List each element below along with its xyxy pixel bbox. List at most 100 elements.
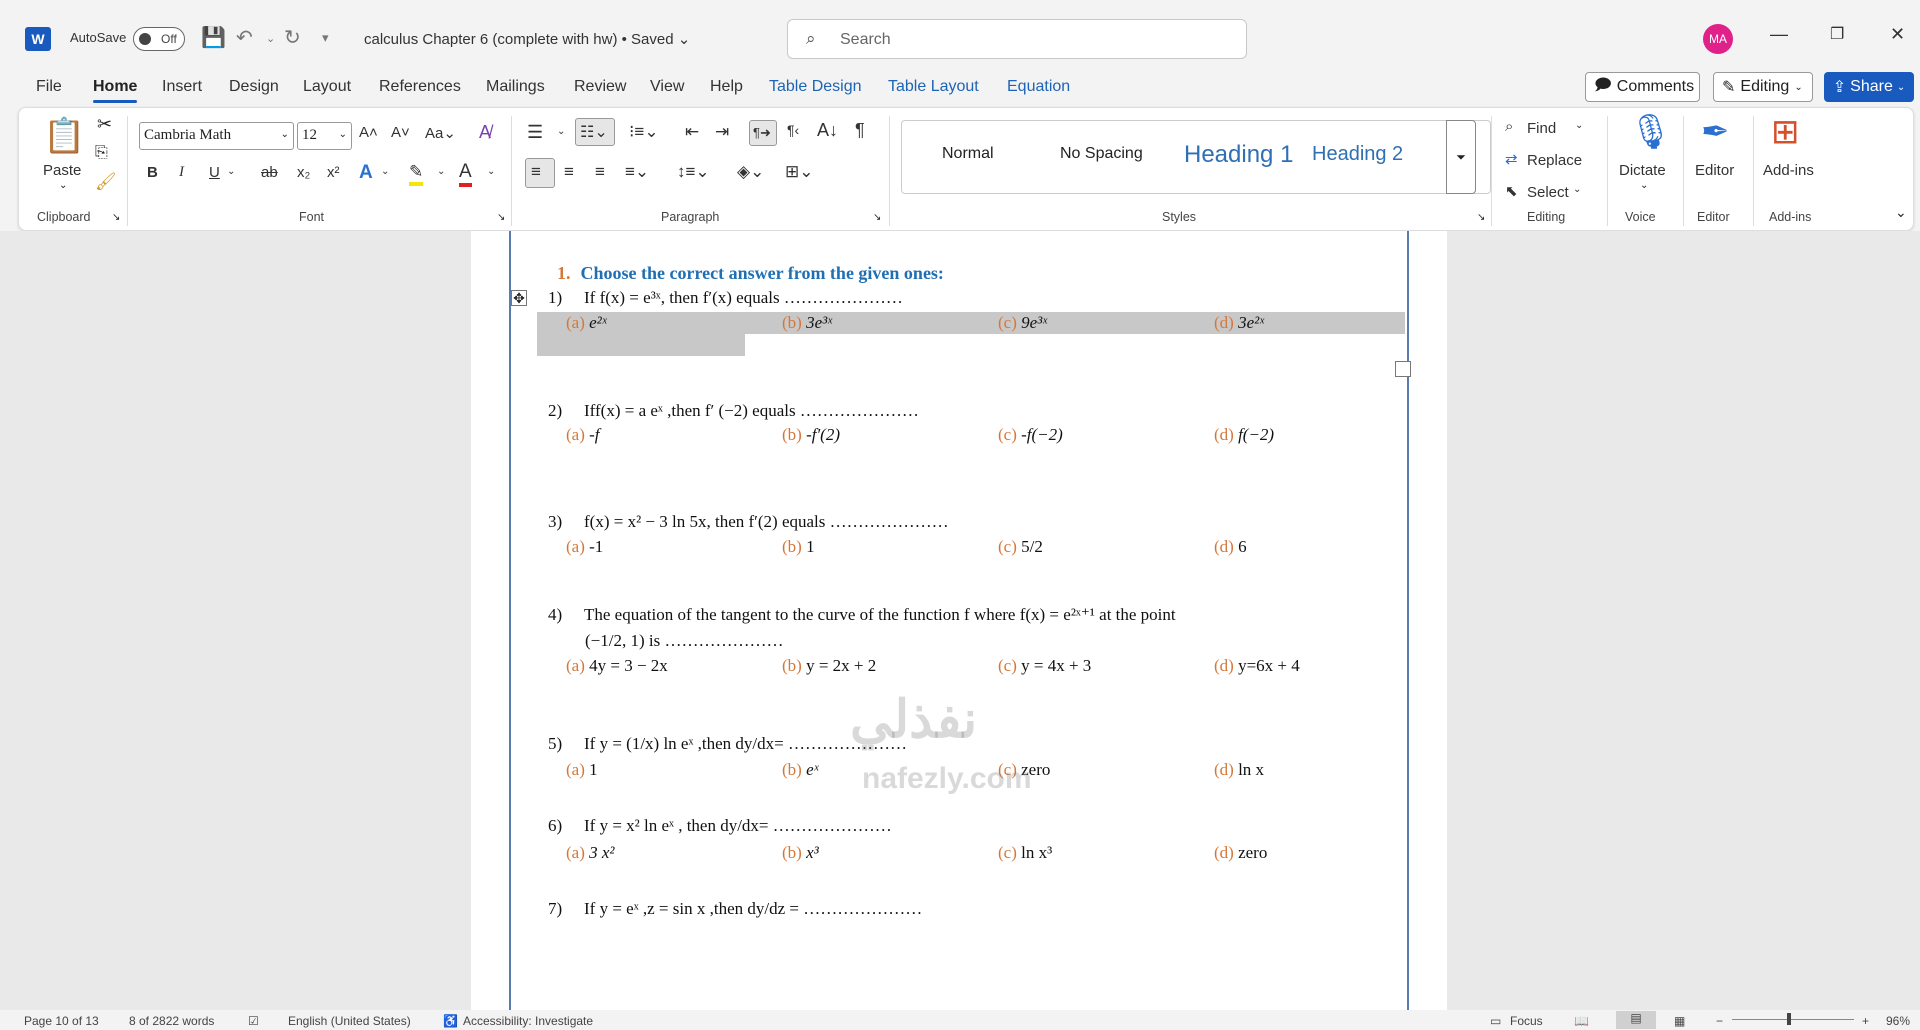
- clear-formatting-icon[interactable]: A̸: [479, 122, 491, 143]
- zoom-out-icon[interactable]: −: [1716, 1014, 1723, 1028]
- option-b[interactable]: (b) x³: [782, 843, 819, 863]
- comments-button[interactable]: 🗩 Comments: [1585, 72, 1700, 102]
- autosave-toggle[interactable]: Off: [133, 27, 185, 51]
- highlight-dropdown-icon[interactable]: ⌄: [437, 166, 445, 177]
- cut-icon[interactable]: ✂: [97, 114, 112, 135]
- styles-more-icon[interactable]: ⏷: [1446, 120, 1476, 194]
- line-spacing-icon[interactable]: ↕≡⌄: [677, 162, 710, 182]
- font-color-dropdown-icon[interactable]: ⌄: [487, 166, 495, 177]
- option-d[interactable]: (d) zero: [1214, 843, 1267, 863]
- collapse-ribbon-icon[interactable]: ⌄: [1895, 204, 1907, 221]
- zoom-slider-thumb[interactable]: [1787, 1013, 1791, 1025]
- increase-indent-icon[interactable]: ⇥: [715, 122, 729, 142]
- option-d[interactable]: (d) ln x: [1214, 760, 1264, 780]
- numbering-icon[interactable]: ☷⌄: [575, 118, 615, 146]
- select-icon[interactable]: ⬉: [1505, 182, 1518, 200]
- option-a[interactable]: (a) 4y = 3 − 2x: [566, 656, 668, 676]
- option-c[interactable]: (c) 5/2: [998, 537, 1043, 557]
- option-d[interactable]: (d) 3e²ˣ: [1214, 313, 1264, 333]
- undo-dropdown-icon[interactable]: ⌄: [266, 32, 275, 45]
- read-mode-icon[interactable]: 📖: [1574, 1014, 1589, 1028]
- option-b[interactable]: (b) 3e³ˣ: [782, 313, 832, 333]
- align-left-icon[interactable]: ≡: [525, 158, 555, 188]
- option-a[interactable]: (a) 1: [566, 760, 598, 780]
- paste-icon[interactable]: 📋: [43, 116, 85, 156]
- customize-qat-icon[interactable]: ▾: [322, 30, 329, 46]
- zoom-slider[interactable]: [1732, 1019, 1854, 1020]
- clipboard-launcher-icon[interactable]: ↘: [112, 212, 120, 223]
- save-icon[interactable]: 💾: [201, 25, 226, 50]
- option-a[interactable]: (a) -f: [566, 425, 600, 445]
- option-c[interactable]: (c) 9e³ˣ: [998, 313, 1047, 333]
- close-icon[interactable]: ✕: [1890, 24, 1905, 45]
- print-layout-icon[interactable]: ▤: [1616, 1011, 1656, 1029]
- style-normal[interactable]: Normal: [942, 145, 994, 163]
- search-input[interactable]: Search: [840, 31, 891, 49]
- font-color-icon[interactable]: A: [459, 161, 472, 187]
- microphone-icon[interactable]: 🎙: [1629, 112, 1672, 152]
- find-dropdown-icon[interactable]: ⌄: [1575, 120, 1583, 131]
- option-b[interactable]: (b) y = 2x + 2: [782, 656, 876, 676]
- tab-layout[interactable]: Layout: [303, 78, 351, 96]
- select-button[interactable]: Select: [1527, 184, 1569, 201]
- option-c[interactable]: (c) y = 4x + 3: [998, 656, 1091, 676]
- tab-home[interactable]: Home: [93, 78, 138, 103]
- option-c[interactable]: (c) -f(−2): [998, 425, 1063, 445]
- tab-mailings[interactable]: Mailings: [486, 78, 545, 96]
- tab-references[interactable]: References: [379, 78, 461, 96]
- zoom-in-icon[interactable]: +: [1862, 1014, 1869, 1028]
- text-effects-icon[interactable]: A: [359, 162, 373, 184]
- multilevel-list-icon[interactable]: ⁝≡⌄: [629, 122, 659, 142]
- bold-icon[interactable]: B: [147, 164, 158, 181]
- option-a[interactable]: (a) -1: [566, 537, 603, 557]
- style-heading-1[interactable]: Heading 1: [1184, 141, 1293, 169]
- replace-button[interactable]: Replace: [1527, 152, 1582, 169]
- ltr-icon[interactable]: ¶➜: [749, 120, 777, 146]
- option-d[interactable]: (d) y=6x + 4: [1214, 656, 1300, 676]
- change-case-icon[interactable]: Aa⌄: [425, 124, 456, 142]
- styles-launcher-icon[interactable]: ↘: [1477, 212, 1485, 223]
- tab-file[interactable]: File: [36, 78, 62, 96]
- sort-icon[interactable]: A↓: [817, 120, 838, 141]
- format-painter-icon[interactable]: 🖌: [95, 172, 117, 192]
- highlight-icon[interactable]: ✎: [409, 162, 424, 186]
- tab-help[interactable]: Help: [710, 78, 743, 96]
- document-title[interactable]: calculus Chapter 6 (complete with hw) • …: [364, 30, 690, 48]
- avatar[interactable]: MA: [1703, 24, 1733, 54]
- style-heading-2[interactable]: Heading 2: [1312, 143, 1403, 166]
- search-box[interactable]: ⌕ Search: [787, 19, 1247, 59]
- minimize-icon[interactable]: —: [1770, 24, 1788, 45]
- editor-icon[interactable]: ✒: [1701, 112, 1730, 152]
- show-marks-icon[interactable]: ¶: [855, 120, 865, 141]
- find-icon[interactable]: ⌕: [1505, 118, 1513, 135]
- dictate-dropdown-icon[interactable]: ⌄: [1640, 180, 1648, 191]
- align-right-icon[interactable]: ≡: [595, 162, 605, 182]
- tab-table-design[interactable]: Table Design: [769, 78, 862, 96]
- paste-button[interactable]: Paste: [43, 162, 81, 179]
- paragraph-launcher-icon[interactable]: ↘: [873, 212, 881, 223]
- center-icon[interactable]: ≡: [564, 162, 574, 182]
- word-count[interactable]: 8 of 2822 words: [129, 1014, 214, 1028]
- font-launcher-icon[interactable]: ↘: [497, 212, 505, 223]
- language[interactable]: English (United States): [288, 1014, 411, 1028]
- shading-icon[interactable]: ◈⌄: [737, 162, 764, 182]
- editor-button[interactable]: Editor: [1695, 162, 1734, 179]
- justify-icon[interactable]: ≡⌄: [625, 162, 649, 182]
- bullets-icon[interactable]: ☰: [527, 122, 543, 143]
- option-b[interactable]: (b) -f′(2): [782, 425, 840, 445]
- strikethrough-icon[interactable]: ab: [261, 164, 278, 181]
- tab-insert[interactable]: Insert: [162, 78, 202, 96]
- focus-button[interactable]: Focus: [1510, 1014, 1543, 1028]
- grow-font-icon[interactable]: A˄: [359, 124, 378, 141]
- redo-icon[interactable]: ↻: [284, 25, 301, 50]
- option-b[interactable]: (b) 1: [782, 537, 815, 557]
- tab-review[interactable]: Review: [574, 78, 626, 96]
- option-a[interactable]: (a) e²ˣ: [566, 313, 607, 333]
- option-b[interactable]: (b) eˣ: [782, 760, 818, 780]
- subscript-icon[interactable]: x₂: [297, 164, 310, 181]
- restore-icon[interactable]: ❐: [1830, 24, 1844, 44]
- borders-icon[interactable]: ⊞⌄: [785, 162, 814, 182]
- decrease-indent-icon[interactable]: ⇤: [685, 122, 699, 142]
- font-name-select[interactable]: Cambria Math ⌄: [139, 122, 294, 150]
- page-count[interactable]: Page 10 of 13: [24, 1014, 99, 1028]
